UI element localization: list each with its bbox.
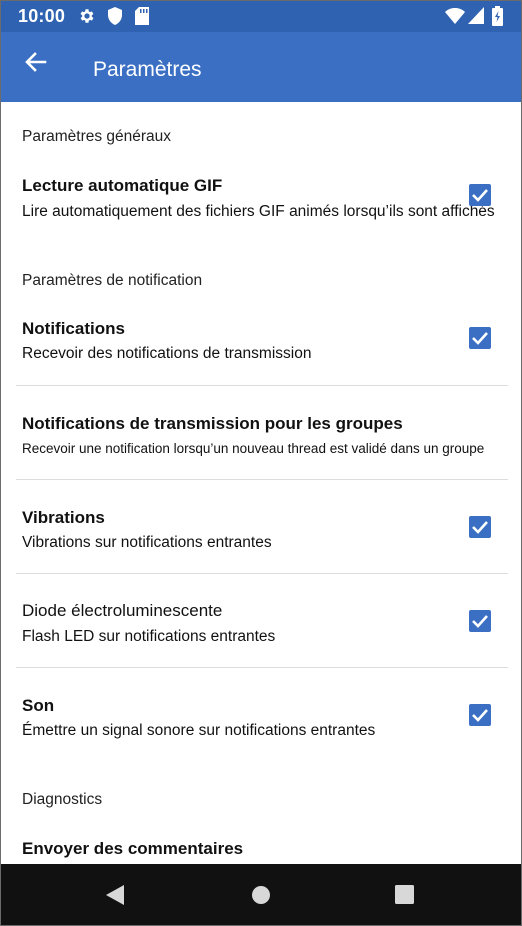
check-icon — [472, 521, 488, 534]
notifications-checkbox[interactable] — [469, 327, 491, 349]
settings-list[interactable]: Paramètres généraux Lecture automatique … — [0, 102, 522, 864]
app-bar: Paramètres — [0, 32, 522, 102]
shield-icon — [107, 7, 123, 30]
setting-title: Notifications de transmission pour les g… — [22, 414, 403, 433]
section-header-diagnostics: Diagnostics — [22, 791, 103, 808]
setting-subtitle: Vibrations sur notifications entrantes — [22, 534, 272, 551]
setting-title: Lecture automatique GIF — [22, 176, 223, 195]
triangle-back-icon[interactable] — [106, 885, 124, 910]
check-icon — [472, 332, 488, 345]
setting-row-notifications[interactable]: Notifications Recevoir des notifications… — [16, 306, 508, 386]
setting-row-led[interactable]: Diode électroluminescente Flash LED sur … — [16, 573, 508, 667]
vibrations-checkbox[interactable] — [469, 516, 491, 538]
sound-checkbox[interactable] — [469, 704, 491, 726]
setting-title: Son — [22, 696, 55, 715]
sd-card-icon — [135, 7, 149, 30]
setting-title: Diode électroluminescente — [22, 601, 223, 620]
setting-subtitle: Émettre un signal sonore sur notificatio… — [22, 722, 376, 739]
setting-row-group-notifications[interactable]: Notifications de transmission pour les g… — [16, 385, 508, 479]
check-icon — [472, 709, 488, 722]
gear-icon — [78, 7, 96, 30]
setting-row-gif-autoplay[interactable]: Lecture automatique GIF Lire automatique… — [16, 166, 508, 236]
gif-autoplay-checkbox[interactable] — [469, 184, 491, 206]
setting-row-send-feedback[interactable]: Envoyer des commentaires — [16, 828, 508, 864]
setting-subtitle: Recevoir des notifications de transmissi… — [22, 345, 312, 362]
wifi-icon — [445, 8, 465, 29]
circle-home-icon[interactable] — [251, 885, 271, 910]
section-header-notifications: Paramètres de notification — [22, 272, 203, 289]
system-nav-bar — [0, 864, 522, 926]
setting-subtitle: Recevoir une notification lorsqu’un nouv… — [22, 441, 485, 456]
back-button[interactable] — [18, 50, 54, 86]
section-header-general: Paramètres généraux — [22, 128, 172, 145]
page-title: Paramètres — [93, 58, 202, 81]
setting-subtitle: Lire automatiquement des fichiers GIF an… — [22, 203, 495, 220]
check-icon — [472, 189, 488, 202]
setting-title: Envoyer des commentaires — [22, 839, 244, 858]
status-bar: 10:00 — [0, 0, 522, 32]
setting-row-vibrations[interactable]: Vibrations Vibrations sur notifications … — [16, 479, 508, 573]
battery-icon — [492, 6, 503, 31]
status-time: 10:00 — [18, 6, 66, 26]
setting-subtitle: Flash LED sur notifications entrantes — [22, 628, 276, 645]
signal-icon — [468, 7, 484, 29]
led-checkbox[interactable] — [469, 610, 491, 632]
setting-title: Vibrations — [22, 508, 105, 527]
setting-title: Notifications — [22, 319, 125, 338]
square-recents-icon[interactable] — [395, 885, 414, 909]
check-icon — [472, 615, 488, 628]
setting-row-sound[interactable]: Son Émettre un signal sonore sur notific… — [16, 667, 508, 761]
